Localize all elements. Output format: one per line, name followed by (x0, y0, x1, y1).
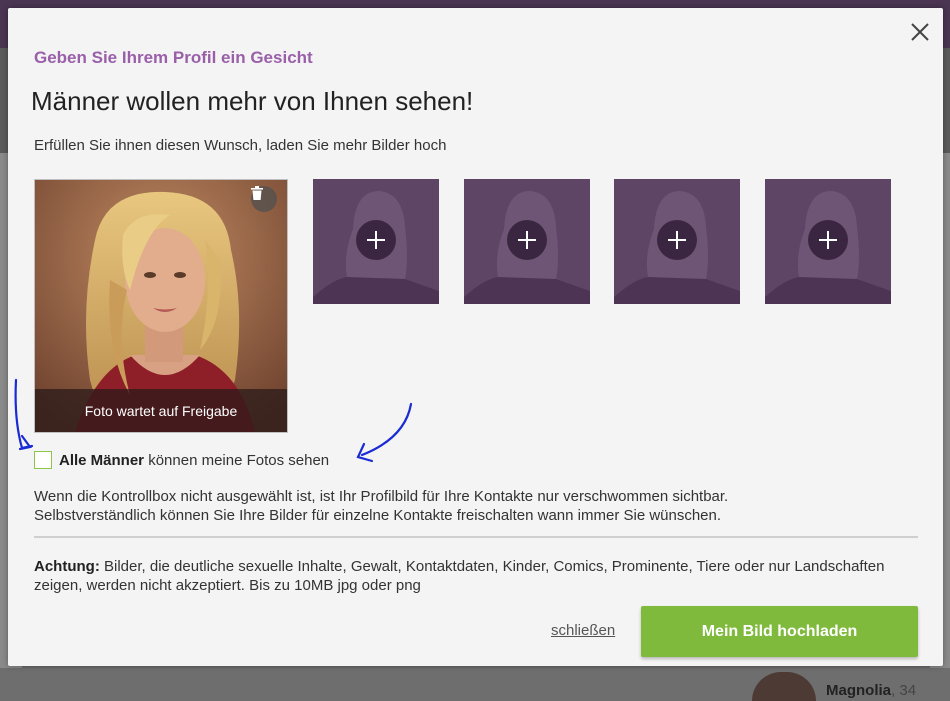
visibility-checkbox-row: Alle Männer können meine Fotos sehen (34, 450, 329, 470)
plus-icon[interactable] (518, 231, 536, 249)
upload-photo-modal: Geben Sie Ihrem Profil ein Gesicht Männe… (8, 8, 943, 666)
add-photo-slot-2[interactable] (464, 179, 590, 304)
close-link[interactable]: schließen (551, 622, 615, 639)
modal-title: Männer wollen mehr von Ihnen sehen! (31, 86, 474, 116)
trash-icon[interactable] (251, 186, 263, 200)
delete-photo-button[interactable] (251, 186, 277, 212)
add-photo-button[interactable] (657, 220, 697, 260)
visibility-info-text: Wenn die Kontrollbox nicht ausgewählt is… (34, 488, 729, 524)
main-profile-photo: Foto wartet auf Freigabe (34, 179, 288, 433)
upload-rules-warning: Achtung: Bilder, die deutliche sexuelle … (34, 558, 885, 594)
add-photo-slot-4[interactable] (765, 179, 891, 304)
photo-pending-status: Foto wartet auf Freigabe (35, 389, 287, 432)
close-icon[interactable] (908, 20, 932, 44)
add-photo-button[interactable] (808, 220, 848, 260)
close-modal-button[interactable] (908, 20, 932, 44)
add-photo-slot-3[interactable] (614, 179, 740, 304)
plus-icon[interactable] (819, 231, 837, 249)
add-photo-button[interactable] (507, 220, 547, 260)
modal-intro-text: Erfüllen Sie ihnen diesen Wunsch, laden … (34, 137, 447, 154)
background-profile-name: Magnolia, 34 (826, 682, 917, 699)
visibility-checkbox-label[interactable]: Alle Männer können meine Fotos sehen (59, 452, 329, 469)
plus-icon[interactable] (367, 231, 385, 249)
visibility-checkbox[interactable] (34, 451, 52, 469)
modal-subtitle: Geben Sie Ihrem Profil ein Gesicht (34, 48, 313, 67)
plus-icon[interactable] (668, 231, 686, 249)
add-photo-button[interactable] (356, 220, 396, 260)
upload-photo-button[interactable]: Mein Bild hochladen (641, 606, 918, 657)
add-photo-slot-1[interactable] (313, 179, 439, 304)
divider (34, 536, 918, 538)
